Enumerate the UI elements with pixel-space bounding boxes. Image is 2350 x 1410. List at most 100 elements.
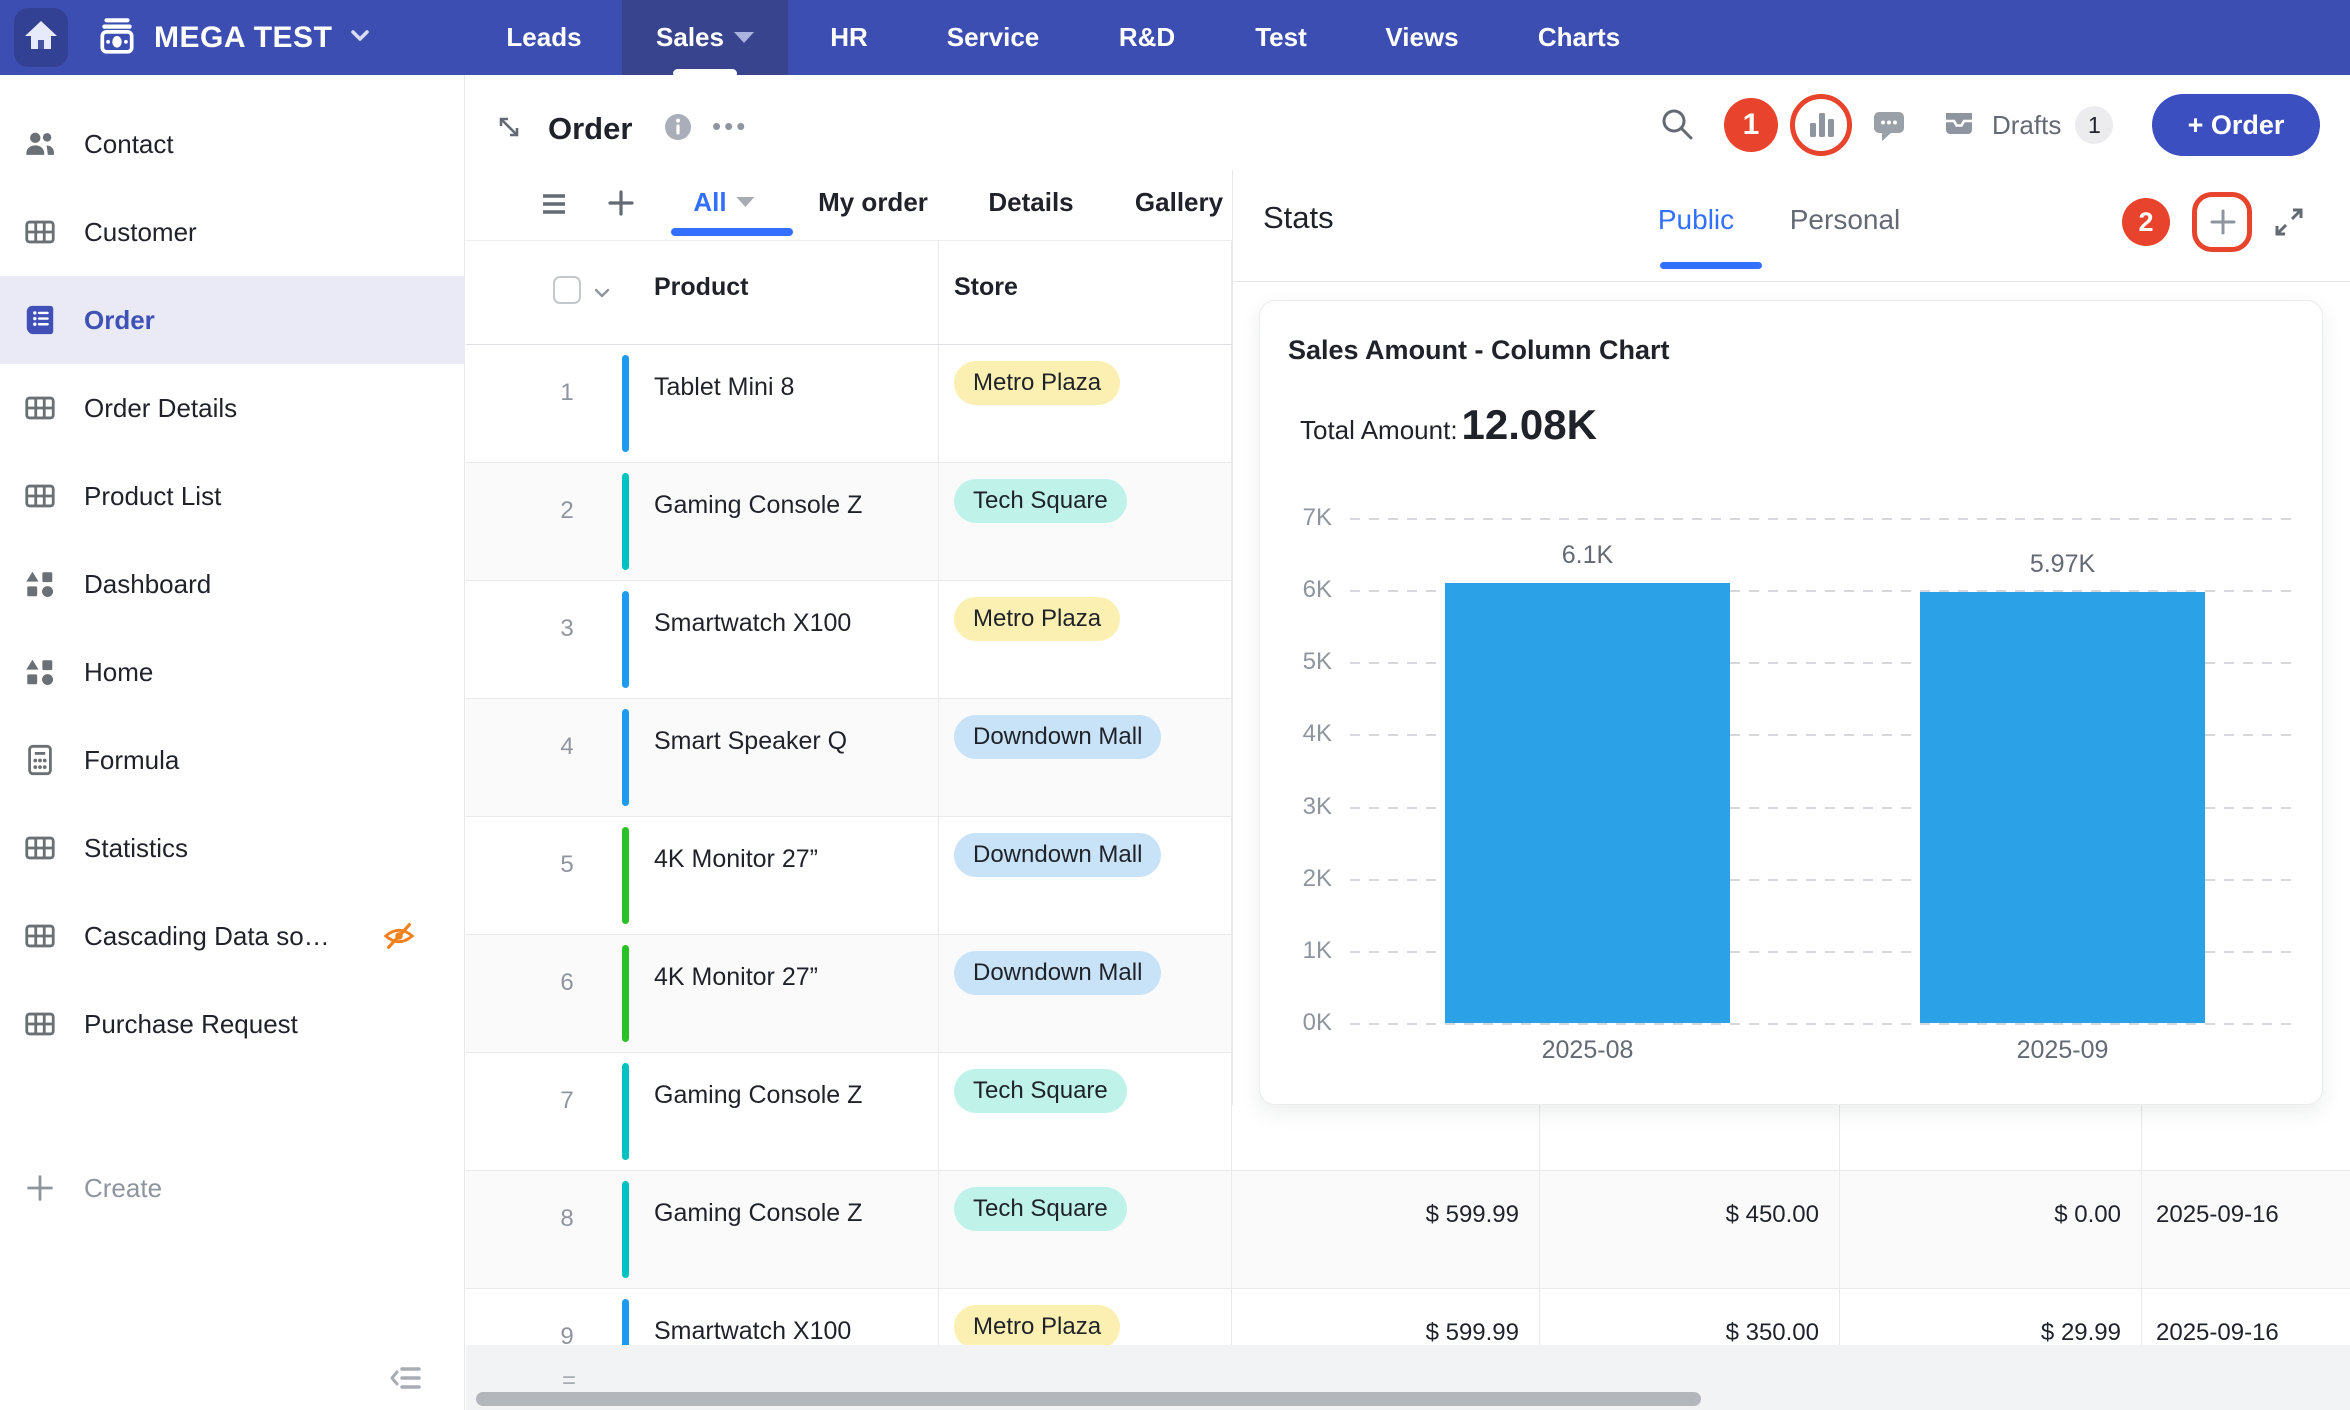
drafts-button[interactable]: Drafts 1	[1940, 100, 2113, 150]
table-icon	[23, 1007, 57, 1041]
store-cell[interactable]: Tech Square	[939, 1053, 1232, 1170]
sidebar-item-formula[interactable]: Formula	[0, 716, 465, 804]
chart-bar-2025-09[interactable]	[1920, 592, 2205, 1023]
expand-diagonal-icon[interactable]	[494, 112, 524, 142]
stats-tab-public[interactable]: Public	[1658, 204, 1734, 236]
drafts-count-badge: 1	[2075, 106, 2113, 144]
chart-toolbar-icon[interactable]	[1802, 105, 1842, 145]
view-tab-details[interactable]: Details	[988, 170, 1073, 234]
view-tab-gallery[interactable]: Gallery	[1135, 170, 1223, 234]
price-cell[interactable]: $ 599.99	[1232, 1171, 1540, 1288]
view-tab-all[interactable]: All	[693, 170, 754, 234]
product-cell[interactable]: 4K Monitor 27”	[622, 935, 939, 1052]
store-cell[interactable]: Tech Square	[939, 1171, 1232, 1288]
gridline	[1350, 518, 2300, 520]
top-tab-r-d[interactable]: R&D	[1085, 0, 1209, 75]
row-height-icon[interactable]: =	[562, 1367, 576, 1395]
top-tab-charts[interactable]: Charts	[1504, 0, 1654, 75]
sidebar-item-statistics[interactable]: Statistics	[0, 804, 465, 892]
product-cell[interactable]: Gaming Console Z	[622, 463, 939, 580]
product-cell[interactable]: Gaming Console Z	[622, 1053, 939, 1170]
create-label: Create	[84, 1173, 162, 1204]
product-name: Gaming Console Z	[654, 1081, 862, 1110]
store-cell[interactable]: Downdown Mall	[939, 817, 1232, 934]
info-icon[interactable]	[664, 113, 692, 141]
y-axis-tick: 3K	[1260, 793, 1332, 821]
store-cell[interactable]: Metro Plaza	[939, 345, 1232, 462]
sidebar-item-contact[interactable]: Contact	[0, 100, 465, 188]
product-cell[interactable]: Tablet Mini 8	[622, 345, 939, 462]
row-number-cell[interactable]: 7	[466, 1053, 622, 1170]
row-number-cell[interactable]: 8	[466, 1171, 622, 1288]
add-chart-icon[interactable]	[2206, 205, 2240, 239]
top-tab-label: Views	[1385, 22, 1458, 53]
product-cell[interactable]: Gaming Console Z	[622, 1171, 939, 1288]
x-axis-label: 2025-09	[2017, 1036, 2109, 1065]
view-tabs-bar: All My order Details Gallery	[466, 170, 1232, 240]
row-number: 8	[466, 1205, 622, 1233]
top-tab-leads[interactable]: Leads	[472, 0, 615, 75]
sidebar-item-order-details[interactable]: Order Details	[0, 364, 465, 452]
add-view-icon[interactable]	[604, 186, 638, 220]
y-axis-tick: 0K	[1260, 1009, 1332, 1037]
comment-icon[interactable]	[1868, 104, 1910, 146]
store-tag: Downdown Mall	[954, 715, 1161, 759]
header-product-column[interactable]: Product	[622, 241, 939, 344]
sidebar-create-button[interactable]: Create	[0, 1144, 465, 1232]
new-order-button[interactable]: + Order	[2152, 94, 2320, 156]
top-tab-service[interactable]: Service	[913, 0, 1074, 75]
row-number: 2	[466, 497, 622, 525]
sidebar-item-dashboard[interactable]: Dashboard	[0, 540, 465, 628]
row-number-cell[interactable]: 1	[466, 345, 622, 462]
chevron-down-icon[interactable]	[592, 283, 612, 303]
store-cell[interactable]: Metro Plaza	[939, 581, 1232, 698]
grid-footer-bar: =	[466, 1345, 2350, 1410]
header-store-column[interactable]: Store	[939, 241, 1232, 344]
top-tab-hr[interactable]: HR	[796, 0, 902, 75]
top-tab-views[interactable]: Views	[1351, 0, 1492, 75]
store-cell[interactable]: Downdown Mall	[939, 935, 1232, 1052]
horizontal-scrollbar[interactable]	[476, 1392, 1701, 1406]
table-icon	[23, 831, 57, 865]
top-tab-label: HR	[830, 22, 868, 53]
sidebar-item-home[interactable]: Home	[0, 628, 465, 716]
view-tab-my-order[interactable]: My order	[818, 170, 928, 234]
product-cell[interactable]: Smart Speaker Q	[622, 699, 939, 816]
product-cell[interactable]: 4K Monitor 27”	[622, 817, 939, 934]
row-number-cell[interactable]: 5	[466, 817, 622, 934]
row-number-cell[interactable]: 3	[466, 581, 622, 698]
store-tag: Tech Square	[954, 479, 1127, 523]
table-row: 8Gaming Console ZTech Square$ 599.99$ 45…	[466, 1171, 2350, 1289]
stats-tab-personal[interactable]: Personal	[1790, 204, 1901, 236]
sidebar-item-customer[interactable]: Customer	[0, 188, 465, 276]
select-all-checkbox[interactable]	[553, 276, 581, 304]
price-cell[interactable]: $ 0.00	[1840, 1171, 2142, 1288]
sidebar-item-product-list[interactable]: Product List	[0, 452, 465, 540]
price-cell[interactable]: $ 450.00	[1540, 1171, 1840, 1288]
row-number-cell[interactable]: 4	[466, 699, 622, 816]
row-number-cell[interactable]: 6	[466, 935, 622, 1052]
chevron-down-icon	[734, 32, 754, 43]
store-cell[interactable]: Tech Square	[939, 463, 1232, 580]
chart-bar-2025-08[interactable]	[1445, 583, 1730, 1023]
table-header-bar: Order ••• 1 Drafts 1 + Order	[466, 75, 2350, 170]
divider	[1233, 281, 2350, 282]
collapse-sidebar-icon[interactable]	[388, 1360, 424, 1396]
more-dots-icon[interactable]: •••	[712, 111, 748, 142]
date-cell[interactable]: 2025-09-16	[2142, 1171, 2350, 1288]
row-number: 6	[466, 969, 622, 997]
store-cell[interactable]: Downdown Mall	[939, 699, 1232, 816]
product-cell[interactable]: Smartwatch X100	[622, 581, 939, 698]
stats-panel-title: Stats	[1263, 200, 1334, 236]
sidebar-item-label: Purchase Request	[84, 1009, 298, 1040]
top-tab-test[interactable]: Test	[1221, 0, 1341, 75]
sidebar-item-purchase-request[interactable]: Purchase Request	[0, 980, 465, 1068]
sidebar-item-cascading-data-so[interactable]: Cascading Data so…	[0, 892, 465, 980]
row-number-cell[interactable]: 2	[466, 463, 622, 580]
top-tab-sales[interactable]: Sales	[622, 0, 788, 75]
view-list-icon[interactable]	[538, 188, 570, 220]
top-tabs: LeadsSales HR ServiceR&DTest Views Charts	[0, 0, 1750, 75]
sidebar-item-order[interactable]: Order	[0, 276, 465, 364]
search-icon[interactable]	[1657, 104, 1697, 144]
expand-panel-icon[interactable]	[2269, 202, 2309, 242]
